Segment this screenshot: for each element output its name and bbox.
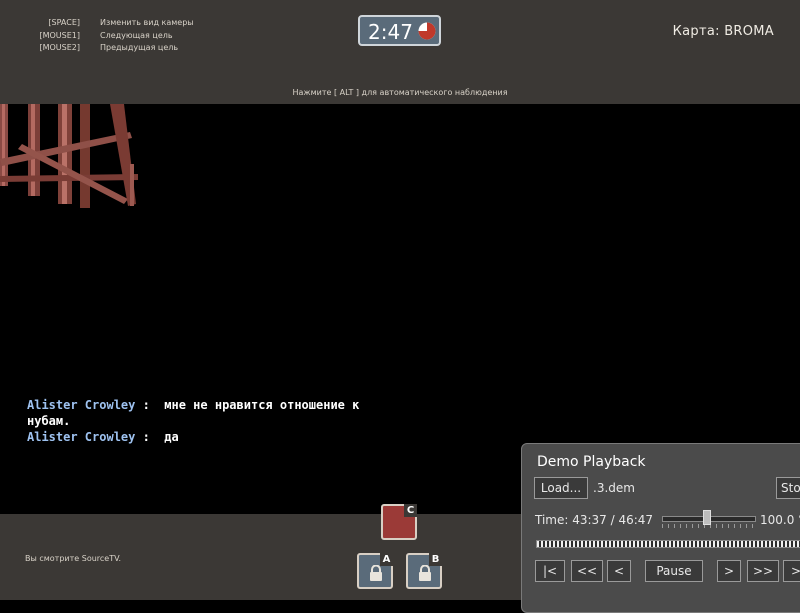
key-hint-row: [SPACE] Изменить вид камеры (0, 18, 300, 30)
speed-slider-thumb[interactable] (703, 510, 711, 525)
playback-speed: 100.0 ° (760, 513, 800, 527)
key-hint-row: [MOUSE2] Предыдущая цель (0, 43, 300, 55)
chat-message: Alister Crowley : мне не нравится отноше… (27, 397, 387, 429)
spectator-top-bar: [SPACE] Изменить вид камеры [MOUSE1] Сле… (0, 0, 800, 104)
chat-message: Alister Crowley : да (27, 429, 387, 445)
demo-filename: .3.dem (593, 481, 635, 495)
map-name: Карта: BROMA (672, 24, 774, 39)
timer-pie-icon (418, 22, 436, 40)
lock-icon (370, 565, 382, 581)
fast-forward-button[interactable]: >> (747, 560, 779, 582)
lock-icon (419, 565, 431, 581)
load-demo-button[interactable]: Load... (534, 477, 588, 499)
step-forward-button[interactable]: > (717, 560, 741, 582)
tower-structure (0, 104, 138, 208)
chat-text: да (164, 430, 179, 444)
key-label: [MOUSE2] (39, 43, 80, 52)
demo-time: Time: 43:37 / 46:47 (535, 513, 654, 527)
demo-panel-title: Demo Playback (537, 454, 646, 470)
chat-log: Alister Crowley : мне не нравится отноше… (27, 397, 387, 445)
control-point-letter: A (380, 553, 393, 566)
chat-separator: : (135, 398, 165, 412)
stop-button[interactable]: Sto (776, 477, 800, 499)
chat-separator: : (135, 430, 165, 444)
fast-rewind-button[interactable]: << (571, 560, 603, 582)
key-action: Следующая цель (100, 31, 173, 40)
control-point-b: B (406, 553, 442, 589)
control-point-a: A (357, 553, 393, 589)
demo-progress-bar[interactable] (536, 540, 800, 548)
skip-to-start-button[interactable]: |< (535, 560, 565, 582)
key-action: Предыдущая цель (100, 43, 179, 52)
round-timer: 2:47 (358, 15, 441, 46)
control-point-c: C (381, 504, 417, 540)
pause-button[interactable]: Pause (645, 560, 703, 582)
demo-playback-panel: Demo Playback Load... .3.dem Sto Time: 4… (521, 443, 800, 613)
chat-player-name: Alister Crowley (27, 430, 136, 444)
key-label: [SPACE] (48, 18, 80, 27)
chat-player-name: Alister Crowley (27, 398, 136, 412)
sourcetv-status: Вы смотрите SourceTV. (25, 554, 122, 563)
key-label: [MOUSE1] (39, 31, 80, 40)
auto-director-hint: Нажмите [ ALT ] для автоматического набл… (292, 88, 508, 97)
key-action: Изменить вид камеры (100, 18, 194, 27)
skip-to-end-button[interactable]: >| (783, 560, 800, 582)
control-point-letter: C (404, 504, 417, 517)
step-back-button[interactable]: < (607, 560, 631, 582)
control-point-letter: B (429, 553, 442, 566)
key-hint-row: [MOUSE1] Следующая цель (0, 31, 300, 43)
timer-text: 2:47 (368, 20, 413, 44)
